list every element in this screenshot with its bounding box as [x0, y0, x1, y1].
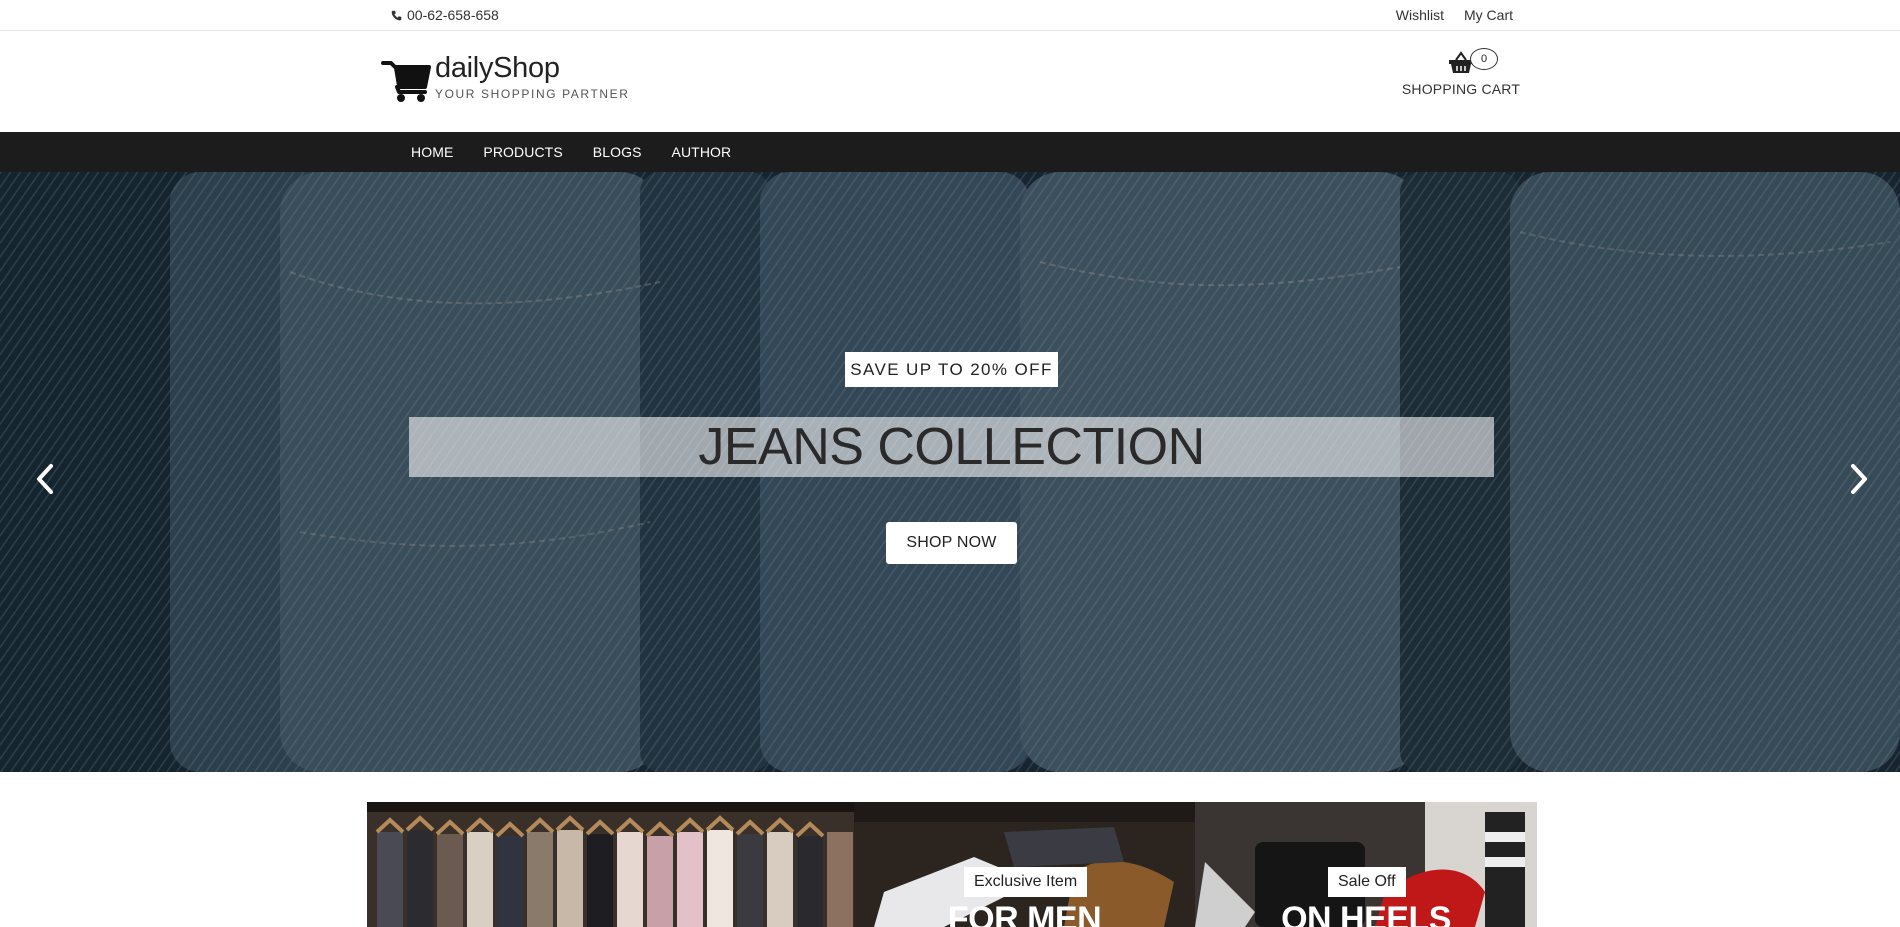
promo-card-clothes[interactable]	[367, 802, 854, 927]
promo-badge: SAVE UP TO 20% OFF	[845, 352, 1058, 387]
promo-heading-heels: ON HEELS	[1281, 900, 1451, 927]
shopping-cart-button[interactable]: 0 SHOPPING CART	[1400, 48, 1522, 97]
top-bar: 00-62-658-658 Wishlist My Cart	[0, 0, 1900, 31]
chevron-left-icon	[37, 464, 53, 494]
nav-item-author[interactable]: AUTHOR	[672, 144, 732, 160]
site-header: dailyShop YOUR SHOPPING PARTNER 0 SHOPPI…	[0, 31, 1900, 132]
slider-next-button[interactable]	[1843, 462, 1873, 496]
promo-row: Exclusive Item FOR MEN Sale Off ON HEELS	[367, 802, 1537, 927]
clothes-rack-image	[367, 802, 854, 927]
brand-tagline: YOUR SHOPPING PARTNER	[435, 87, 630, 101]
shopping-cart-logo-icon	[381, 61, 431, 102]
site-logo[interactable]: dailyShop YOUR SHOPPING PARTNER	[381, 53, 630, 103]
shop-now-button[interactable]: SHOP NOW	[886, 522, 1017, 564]
slider-prev-button[interactable]	[31, 462, 61, 496]
hero-slider: SAVE UP TO 20% OFF JEANS COLLECTION SHOP…	[0, 172, 1900, 772]
nav-item-home[interactable]: HOME	[411, 144, 453, 160]
promo-tag-exclusive: Exclusive Item	[964, 867, 1088, 897]
promo-heading-men: FOR MEN	[947, 900, 1102, 927]
hero-title: JEANS COLLECTION	[698, 418, 1205, 476]
promo-card-men[interactable]: Exclusive Item FOR MEN	[854, 802, 1195, 927]
wishlist-link[interactable]: Wishlist	[1396, 7, 1444, 23]
promo-tag-sale: Sale Off	[1328, 867, 1406, 897]
promo-card-heels[interactable]: Sale Off ON HEELS	[1195, 802, 1537, 927]
cart-label: SHOPPING CART	[1401, 81, 1521, 97]
nav-item-blogs[interactable]: BLOGS	[593, 144, 642, 160]
my-cart-link[interactable]: My Cart	[1464, 7, 1513, 23]
nav-item-products[interactable]: PRODUCTS	[483, 144, 562, 160]
phone-contact: 00-62-658-658	[391, 7, 499, 23]
top-links: Wishlist My Cart	[1396, 7, 1513, 23]
chevron-right-icon	[1851, 464, 1867, 494]
phone-number: 00-62-658-658	[407, 7, 499, 23]
phone-icon	[391, 10, 402, 20]
cart-count-badge: 0	[1470, 48, 1498, 70]
main-nav: HOME PRODUCTS BLOGS AUTHOR	[0, 132, 1900, 172]
brand-name: dailyShop	[435, 52, 560, 84]
